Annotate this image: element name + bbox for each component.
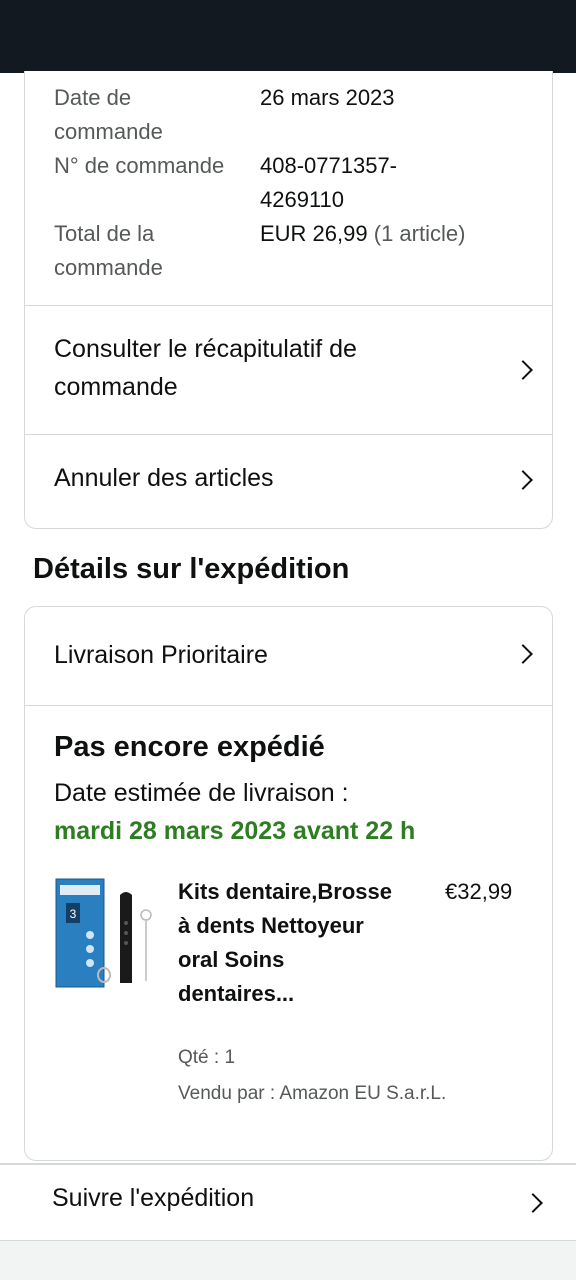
order-summary-label: Consulter le récapitulatif de commande [54, 335, 357, 401]
divider [25, 705, 552, 706]
order-details-page: Date de commande 26 mars 2023 N° de comm… [0, 71, 576, 1280]
product-title[interactable]: Kits dentaire,Brosse à dents Nettoyeur o… [178, 875, 398, 1011]
dental-kit-product-image[interactable]: 3 [54, 875, 154, 989]
order-total-amount: EUR 26,99 [260, 221, 368, 246]
order-date-row: Date de commande 26 mars 2023 [54, 81, 524, 149]
order-total-items: (1 article) [373, 221, 466, 246]
shipping-section-title: Détails sur l'expédition [33, 553, 350, 585]
order-summary-link[interactable]: Consulter le récapitulatif de commande [25, 306, 552, 434]
product-seller: Vendu par : Amazon EU S.a.r.L. [178, 1083, 447, 1104]
chevron-right-icon [523, 1193, 543, 1213]
chevron-right-icon [513, 644, 533, 664]
cancel-items-link[interactable]: Annuler des articles [25, 435, 552, 527]
order-number-label: N° de commande [54, 153, 225, 178]
order-date-value: 26 mars 2023 [260, 85, 395, 110]
page-footer-background [0, 1241, 576, 1280]
order-info-card: Date de commande 26 mars 2023 N° de comm… [24, 71, 553, 529]
order-total-value: EUR 26,99 (1 article) [260, 217, 530, 251]
cancel-items-label: Annuler des articles [54, 464, 274, 492]
delivery-option-label: Livraison Prioritaire [54, 641, 268, 669]
product-quantity: Qté : 1 [178, 1047, 236, 1068]
chevron-right-icon [513, 360, 533, 380]
track-shipment-label: Suivre l'expédition [52, 1184, 255, 1212]
order-total-label: Total de la commande [54, 221, 163, 280]
order-number-value: 408-0771357-4269110 [260, 153, 398, 212]
eta-date: mardi 28 mars 2023 avant 22 h [54, 817, 416, 845]
order-number-row: N° de commande 408-0771357-4269110 [54, 149, 524, 217]
svg-text:3: 3 [70, 907, 77, 921]
delivery-option-link[interactable]: Livraison Prioritaire [25, 607, 552, 705]
order-date-label: Date de commande [54, 85, 163, 144]
shipment-card: Livraison Prioritaire Pas encore expédié… [24, 606, 553, 1161]
eta-label: Date estimée de livraison : [54, 779, 349, 807]
product-price: €32,99 [445, 879, 513, 904]
shipment-status: Pas encore expédié [54, 731, 325, 763]
track-shipment-button[interactable]: Suivre l'expédition [0, 1163, 576, 1241]
order-total-row: Total de la commande EUR 26,99 (1 articl… [54, 217, 524, 285]
status-bar [0, 0, 576, 73]
chevron-right-icon [513, 470, 533, 490]
